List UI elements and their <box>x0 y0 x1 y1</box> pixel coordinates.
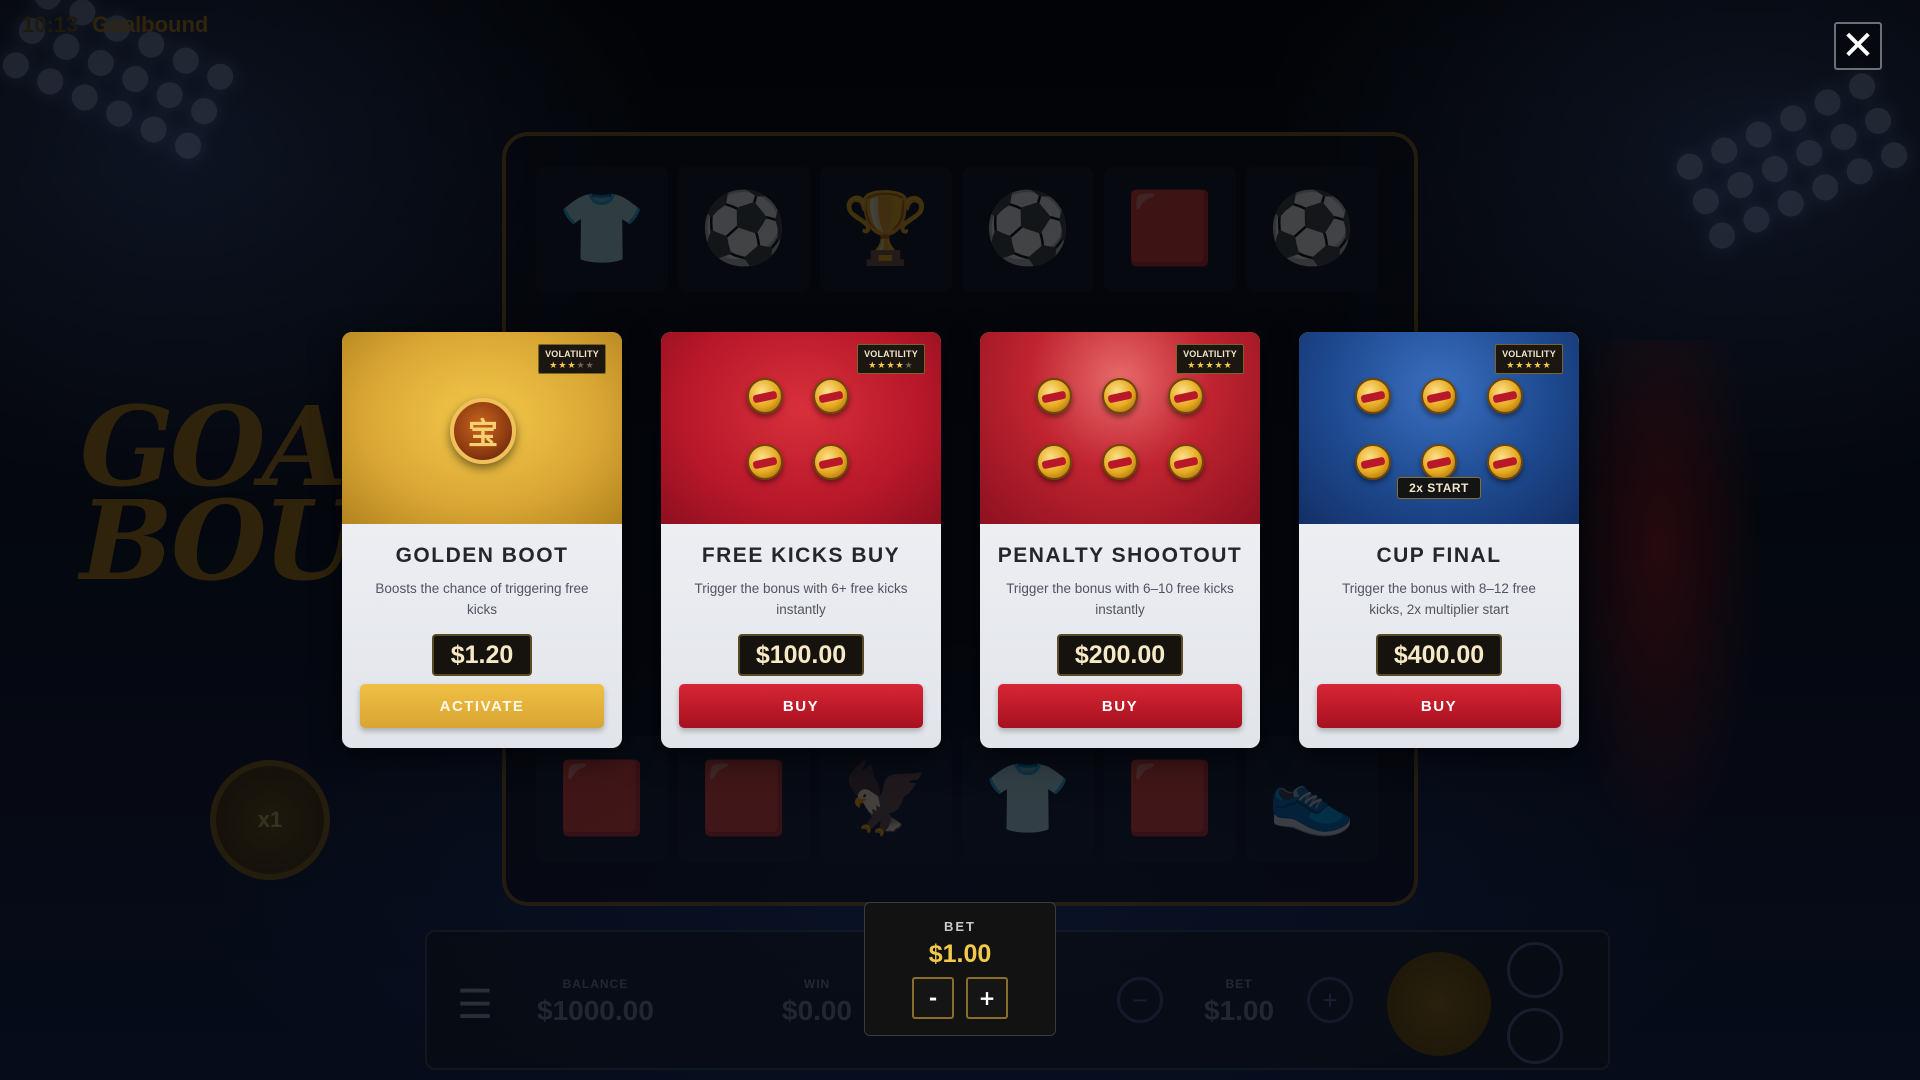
coin-icon <box>1168 444 1204 480</box>
card-cup-final: VOLATILITY ★★★★★ 2x START CUP FINAL Trig… <box>1299 332 1579 748</box>
volatility-label: VOLATILITY <box>545 349 599 359</box>
coin-icon <box>1421 378 1457 414</box>
volatility-badge: VOLATILITY ★★★★★ <box>857 344 925 374</box>
card-title: FREE KICKS BUY <box>701 544 901 567</box>
coin-symbol: 宝 <box>468 417 498 452</box>
volatility-stars: ★★★★★ <box>1496 361 1562 370</box>
bet-plus-button[interactable]: + <box>966 977 1008 1019</box>
coin-icon <box>1487 378 1523 414</box>
star-icon: ★ <box>1533 360 1543 370</box>
volatility-stars: ★★★★★ <box>1177 361 1243 370</box>
card-description: Boosts the chance of triggering free kic… <box>375 581 589 617</box>
volatility-badge: VOLATILITY ★★★★★ <box>538 344 606 374</box>
close-button[interactable]: ✕ <box>1834 22 1882 70</box>
star-icon: ★ <box>1542 360 1552 370</box>
star-icon: ★ <box>576 360 586 370</box>
card-art: VOLATILITY ★★★★★ 宝 <box>342 332 622 524</box>
bet-panel: BET $1.00 - + <box>864 902 1056 1036</box>
feature-cards: VOLATILITY ★★★★★ 宝 GOLDEN BOOT Boosts th… <box>342 332 1579 748</box>
star-icon: ★ <box>1223 360 1233 370</box>
coin-icon <box>747 444 783 480</box>
volatility-stars: ★★★★★ <box>858 361 924 370</box>
card-penalty-shootout: VOLATILITY ★★★★★ PENALTY SHOOTOUT Trigge… <box>980 332 1260 748</box>
card-title: PENALTY SHOOTOUT <box>997 544 1243 567</box>
coin-icon <box>1168 378 1204 414</box>
coin-icon <box>1355 444 1391 480</box>
card-price: $400.00 <box>1375 634 1503 676</box>
volatility-label: VOLATILITY <box>1183 349 1237 359</box>
coin-icon <box>1036 444 1072 480</box>
bet-label: BET <box>944 919 976 934</box>
card-price: $1.20 <box>432 634 532 676</box>
star-icon: ★ <box>1506 360 1516 370</box>
card-price: $100.00 <box>737 634 865 676</box>
card-description: Trigger the bonus with 6+ free kicks ins… <box>694 581 908 617</box>
star-icon: ★ <box>549 360 559 370</box>
star-icon: ★ <box>1524 360 1534 370</box>
coin-icon <box>1102 444 1138 480</box>
card-title: GOLDEN BOOT <box>395 544 569 567</box>
star-icon: ★ <box>868 360 878 370</box>
volatility-badge: VOLATILITY ★★★★★ <box>1176 344 1244 374</box>
buy-button[interactable]: BUY <box>1317 684 1561 728</box>
volatility-label: VOLATILITY <box>864 349 918 359</box>
card-title: CUP FINAL <box>1376 544 1502 567</box>
star-icon: ★ <box>567 360 577 370</box>
card-free-kicks-buy: VOLATILITY ★★★★★ FREE KICKS BUY Trigger … <box>661 332 941 748</box>
coin-icon <box>1102 378 1138 414</box>
card-price: $200.00 <box>1056 634 1184 676</box>
buy-button[interactable]: BUY <box>998 684 1242 728</box>
star-icon: ★ <box>1214 360 1224 370</box>
card-art: VOLATILITY ★★★★★ <box>661 332 941 524</box>
card-description: Trigger the bonus with 8–12 free kicks, … <box>1342 581 1536 617</box>
star-icon: ★ <box>886 360 896 370</box>
card-art: VOLATILITY ★★★★★ <box>980 332 1260 524</box>
star-icon: ★ <box>585 360 595 370</box>
star-icon: ★ <box>1187 360 1197 370</box>
coin-icon <box>1487 444 1523 480</box>
coin-icon <box>1421 444 1457 480</box>
bet-minus-button[interactable]: - <box>912 977 954 1019</box>
card-description: Trigger the bonus with 6–10 free kicks i… <box>1006 581 1234 617</box>
star-icon: ★ <box>895 360 905 370</box>
golden-boot-coin-icon: 宝 <box>450 398 516 464</box>
buy-button[interactable]: BUY <box>679 684 923 728</box>
card-art: VOLATILITY ★★★★★ 2x START <box>1299 332 1579 524</box>
volatility-badge: VOLATILITY ★★★★★ <box>1495 344 1563 374</box>
coin-icon <box>747 378 783 414</box>
star-icon: ★ <box>904 360 914 370</box>
star-icon: ★ <box>1205 360 1215 370</box>
activate-button[interactable]: ACTIVATE <box>360 684 604 728</box>
volatility-stars: ★★★★★ <box>539 361 605 370</box>
coin-icon <box>1036 378 1072 414</box>
coin-icon <box>1355 378 1391 414</box>
bet-value: $1.00 <box>928 940 992 968</box>
multiplier-start-badge: 2x START <box>1397 477 1481 499</box>
coin-icon <box>813 444 849 480</box>
card-golden-boot: VOLATILITY ★★★★★ 宝 GOLDEN BOOT Boosts th… <box>342 332 622 748</box>
volatility-label: VOLATILITY <box>1502 349 1556 359</box>
coin-icon <box>813 378 849 414</box>
